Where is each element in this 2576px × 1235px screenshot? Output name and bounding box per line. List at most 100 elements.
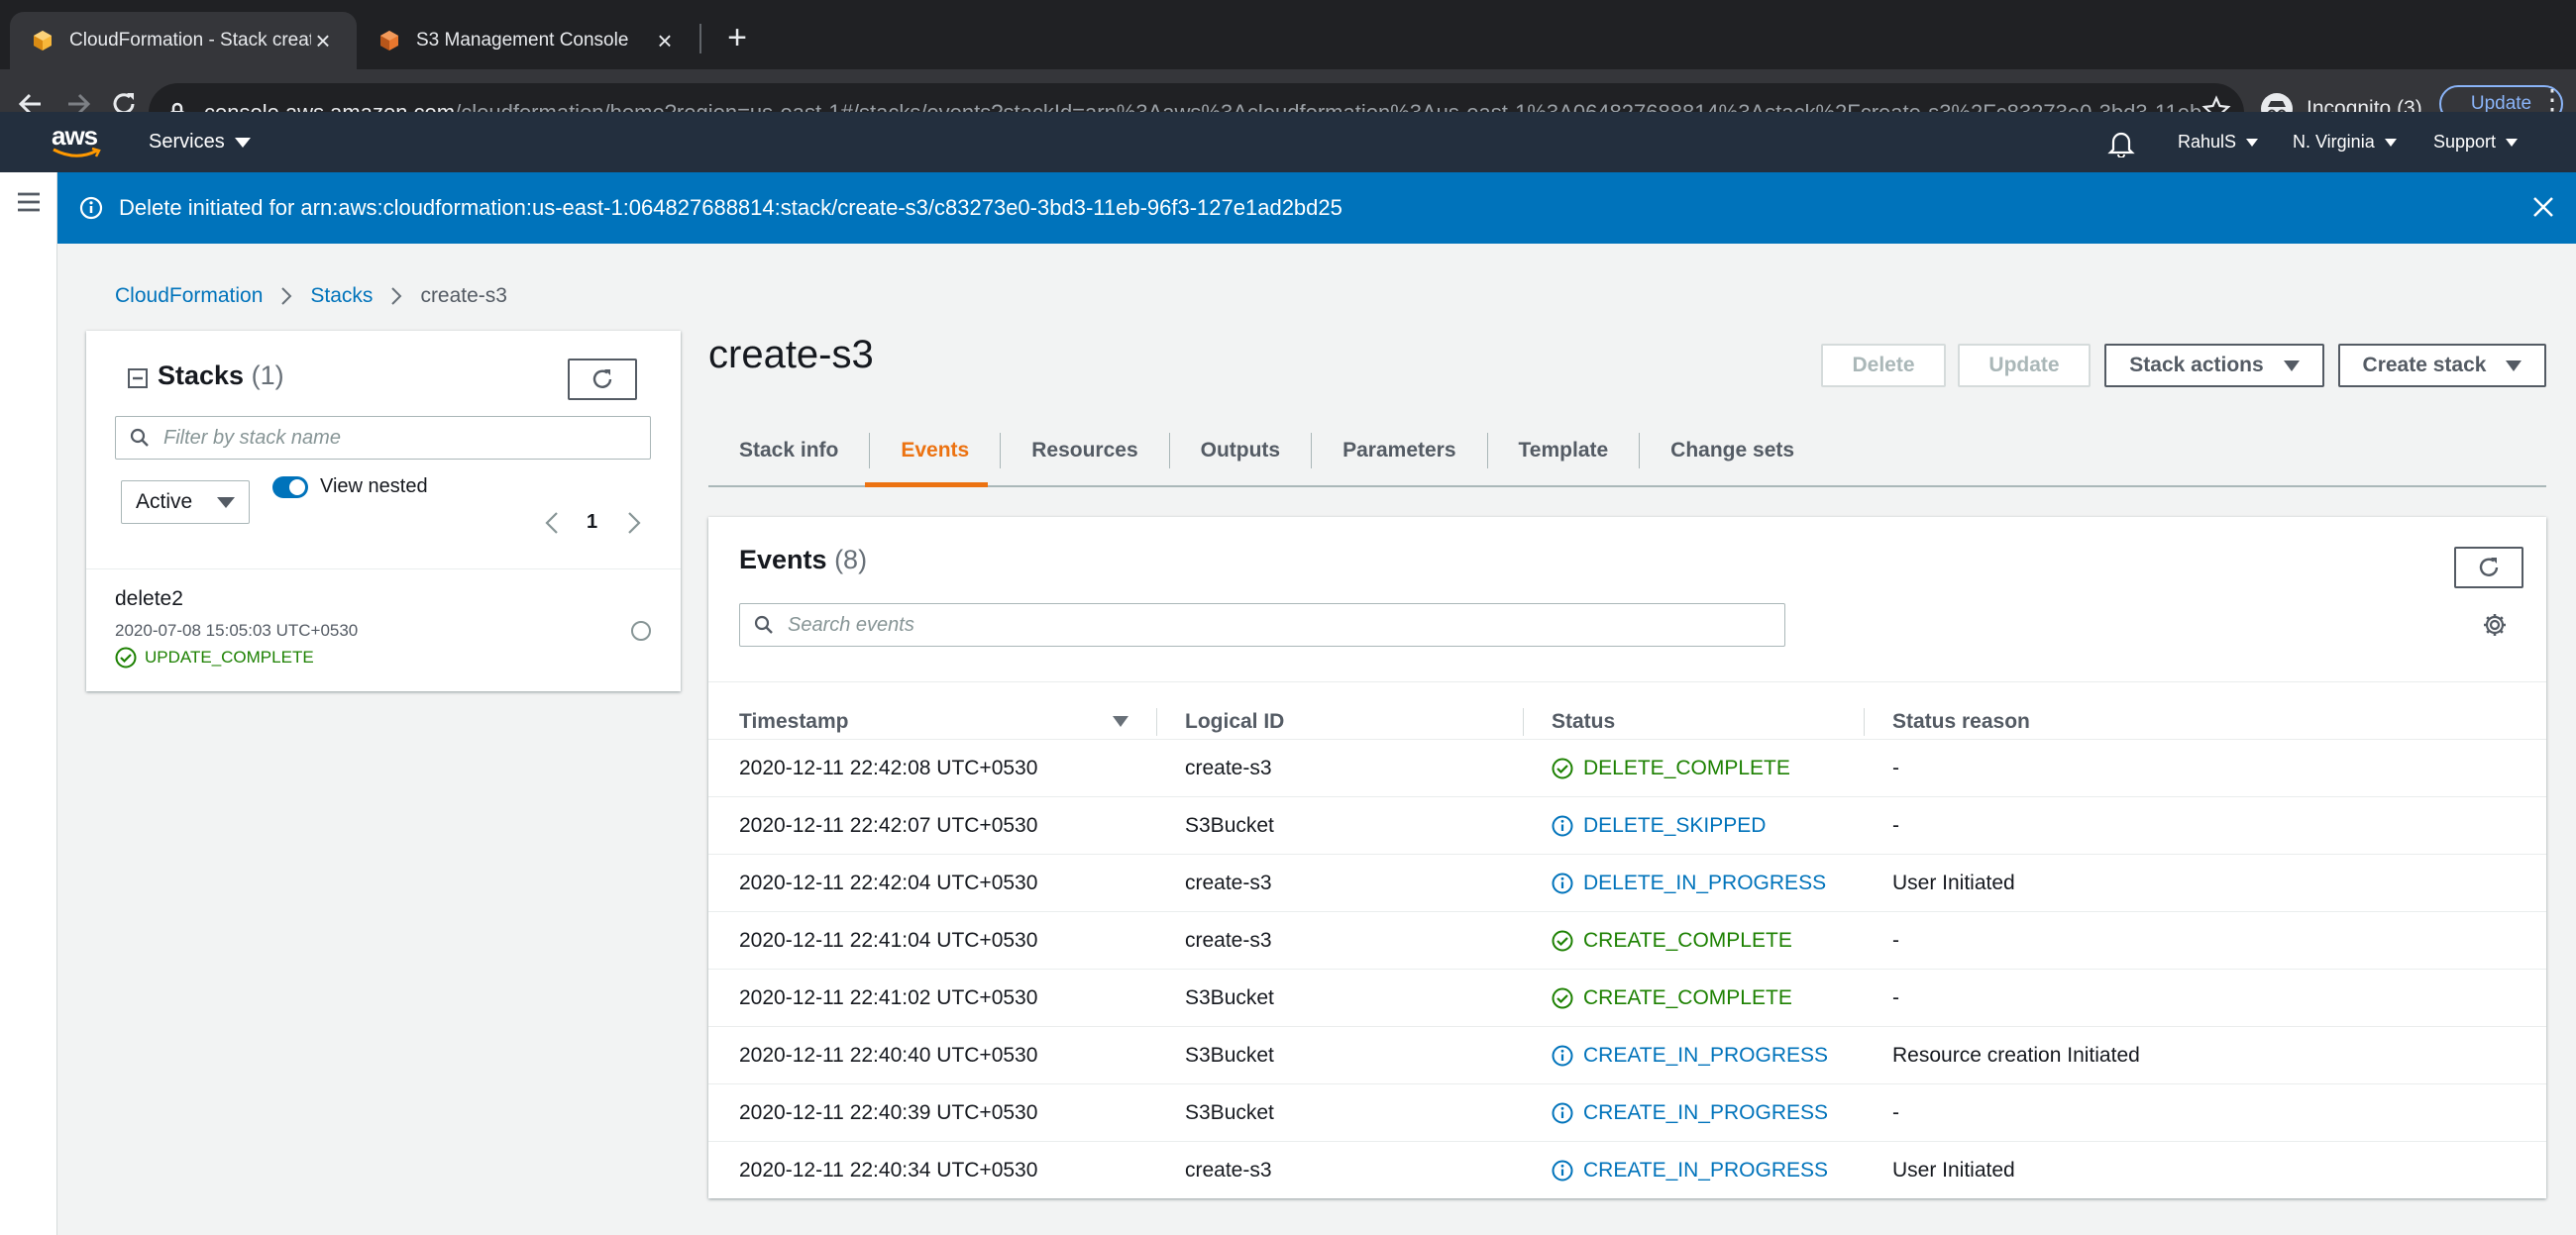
cell-status: DELETE_IN_PROGRESS [1552, 855, 1826, 912]
collapse-minus-icon[interactable] [128, 368, 148, 388]
next-page-icon[interactable] [626, 511, 642, 535]
cell-timestamp: 2020-12-11 22:42:08 UTC+0530 [739, 757, 1038, 779]
cell-status-reason: User Initiated [1892, 872, 2015, 894]
cell-logical-id: S3Bucket [1185, 1101, 1274, 1124]
close-tab-icon[interactable]: × [653, 28, 677, 53]
breadcrumb-cloudformation[interactable]: CloudFormation [115, 284, 263, 308]
tab-events[interactable]: Events [870, 433, 1002, 468]
chevron-down-icon [2506, 138, 2519, 147]
stack-actions-button[interactable]: Stack actions [2104, 344, 2324, 387]
view-nested-toggle[interactable] [272, 476, 308, 498]
stack-filter-input[interactable]: Filter by stack name [115, 416, 651, 460]
table-row: 2020-12-11 22:42:08 UTC+0530 create-s3 D… [708, 739, 2546, 796]
tab-parameters[interactable]: Parameters [1312, 433, 1488, 468]
table-row: 2020-12-11 22:40:34 UTC+0530 create-s3 C… [708, 1141, 2546, 1198]
cell-status: CREATE_COMPLETE [1552, 970, 1792, 1027]
stacks-refresh-button[interactable] [568, 359, 637, 400]
cell-logical-id: create-s3 [1185, 929, 1272, 952]
browser-tab-s3[interactable]: S3 Management Console × [357, 12, 698, 69]
status-text: CREATE_IN_PROGRESS [1583, 1044, 1829, 1067]
stack-item-status-text: UPDATE_COMPLETE [145, 648, 314, 667]
new-tab-icon[interactable]: + [717, 18, 757, 57]
stack-list-item[interactable]: delete2 2020-07-08 15:05:03 UTC+0530 UPD… [86, 568, 681, 691]
prev-page-icon[interactable] [544, 511, 560, 535]
cell-logical-id: S3Bucket [1185, 814, 1274, 837]
region-label: N. Virginia [2293, 132, 2375, 152]
events-refresh-button[interactable] [2454, 547, 2523, 588]
update-button[interactable]: Update [1958, 344, 2091, 387]
page-title: create-s3 [708, 333, 874, 376]
bell-icon[interactable] [2106, 128, 2136, 157]
events-search-placeholder: Search events [788, 613, 914, 636]
create-stack-button[interactable]: Create stack [2338, 344, 2546, 387]
cell-timestamp: 2020-12-11 22:42:07 UTC+0530 [739, 814, 1038, 837]
aws-logo[interactable]: aws [52, 123, 105, 163]
browser-tab-cloudformation[interactable]: CloudFormation - Stack create-s3 × [10, 12, 357, 69]
status-text: CREATE_IN_PROGRESS [1583, 1159, 1829, 1182]
status-text: CREATE_IN_PROGRESS [1583, 1101, 1829, 1124]
sort-desc-icon[interactable] [1113, 716, 1128, 727]
status-text: CREATE_COMPLETE [1583, 986, 1792, 1009]
table-row: 2020-12-11 22:40:40 UTC+0530 S3Bucket CR… [708, 1026, 2546, 1083]
delete-button[interactable]: Delete [1821, 344, 1946, 387]
toggle-knob [289, 479, 305, 495]
tab-template[interactable]: Template [1488, 433, 1641, 468]
cell-timestamp: 2020-12-11 22:41:04 UTC+0530 [739, 929, 1038, 952]
view-nested-label: View nested [320, 475, 428, 497]
region-menu[interactable]: N. Virginia [2293, 112, 2397, 172]
support-label: Support [2433, 132, 2497, 152]
cell-status: DELETE_COMPLETE [1552, 740, 1790, 797]
info-circle-icon [1552, 1102, 1573, 1124]
close-tab-icon[interactable]: × [311, 28, 335, 53]
stack-item-status: UPDATE_COMPLETE [115, 647, 314, 669]
cell-status-reason: - [1892, 986, 1899, 1009]
chevron-right-icon [280, 286, 292, 306]
services-label: Services [149, 131, 225, 153]
status-text: DELETE_COMPLETE [1583, 757, 1790, 779]
user-menu[interactable]: RahulS [2178, 112, 2259, 172]
stack-select-radio[interactable] [631, 621, 651, 641]
cell-status: CREATE_IN_PROGRESS [1552, 1027, 1828, 1084]
tab-resources[interactable]: Resources [1001, 433, 1170, 468]
search-icon [754, 615, 774, 635]
column-divider [1864, 708, 1865, 736]
events-panel: Events (8) Search events Timestamp Logic… [708, 517, 2546, 1198]
breadcrumb-stacks[interactable]: Stacks [310, 284, 373, 308]
cell-timestamp: 2020-12-11 22:40:40 UTC+0530 [739, 1044, 1038, 1067]
column-divider [1156, 708, 1157, 736]
column-divider [1523, 708, 1524, 736]
aws-top-nav: aws Services RahulS N. Virginia Support [0, 112, 2576, 172]
hamburger-menu-icon[interactable] [16, 190, 42, 214]
tab-change-sets[interactable]: Change sets [1640, 433, 1825, 468]
cell-status-reason: Resource creation Initiated [1892, 1044, 2140, 1067]
dismiss-close-icon[interactable] [2532, 196, 2554, 218]
table-row: 2020-12-11 22:41:02 UTC+0530 S3Bucket CR… [708, 969, 2546, 1026]
tab-stack-info[interactable]: Stack info [708, 433, 871, 468]
browser-tab-title: CloudFormation - Stack create-s3 [69, 30, 311, 51]
gear-icon[interactable] [2482, 612, 2508, 638]
stack-actions-label: Stack actions [2129, 354, 2264, 376]
stacks-title: Stacks [158, 360, 245, 390]
browser-menu-icon[interactable]: ⋮ [2538, 86, 2566, 114]
events-search-input[interactable]: Search events [739, 603, 1785, 647]
flash-message: Delete initiated for arn:aws:cloudformat… [119, 195, 1342, 220]
info-circle-icon [79, 196, 103, 220]
cell-status-reason: - [1892, 929, 1899, 952]
page-number[interactable]: 1 [587, 511, 597, 534]
cell-logical-id: S3Bucket [1185, 986, 1274, 1009]
info-circle-icon [1552, 1160, 1573, 1182]
services-menu[interactable]: Services [149, 112, 251, 172]
events-title: Events [739, 545, 827, 574]
support-menu[interactable]: Support [2433, 112, 2519, 172]
stacks-panel: Stacks (1) Filter by stack name Active V… [86, 331, 681, 691]
create-stack-label: Create stack [2362, 354, 2487, 376]
search-icon [130, 428, 150, 448]
tab-outputs[interactable]: Outputs [1170, 433, 1313, 468]
caret-down-icon [2506, 360, 2522, 371]
cell-status: CREATE_IN_PROGRESS [1552, 1084, 1828, 1142]
success-check-icon [1552, 930, 1573, 952]
cell-timestamp: 2020-12-11 22:42:04 UTC+0530 [739, 872, 1038, 894]
chevron-down-icon [2246, 138, 2259, 147]
status-filter-select[interactable]: Active [121, 480, 250, 524]
stack-item-time: 2020-07-08 15:05:03 UTC+0530 [115, 621, 359, 640]
